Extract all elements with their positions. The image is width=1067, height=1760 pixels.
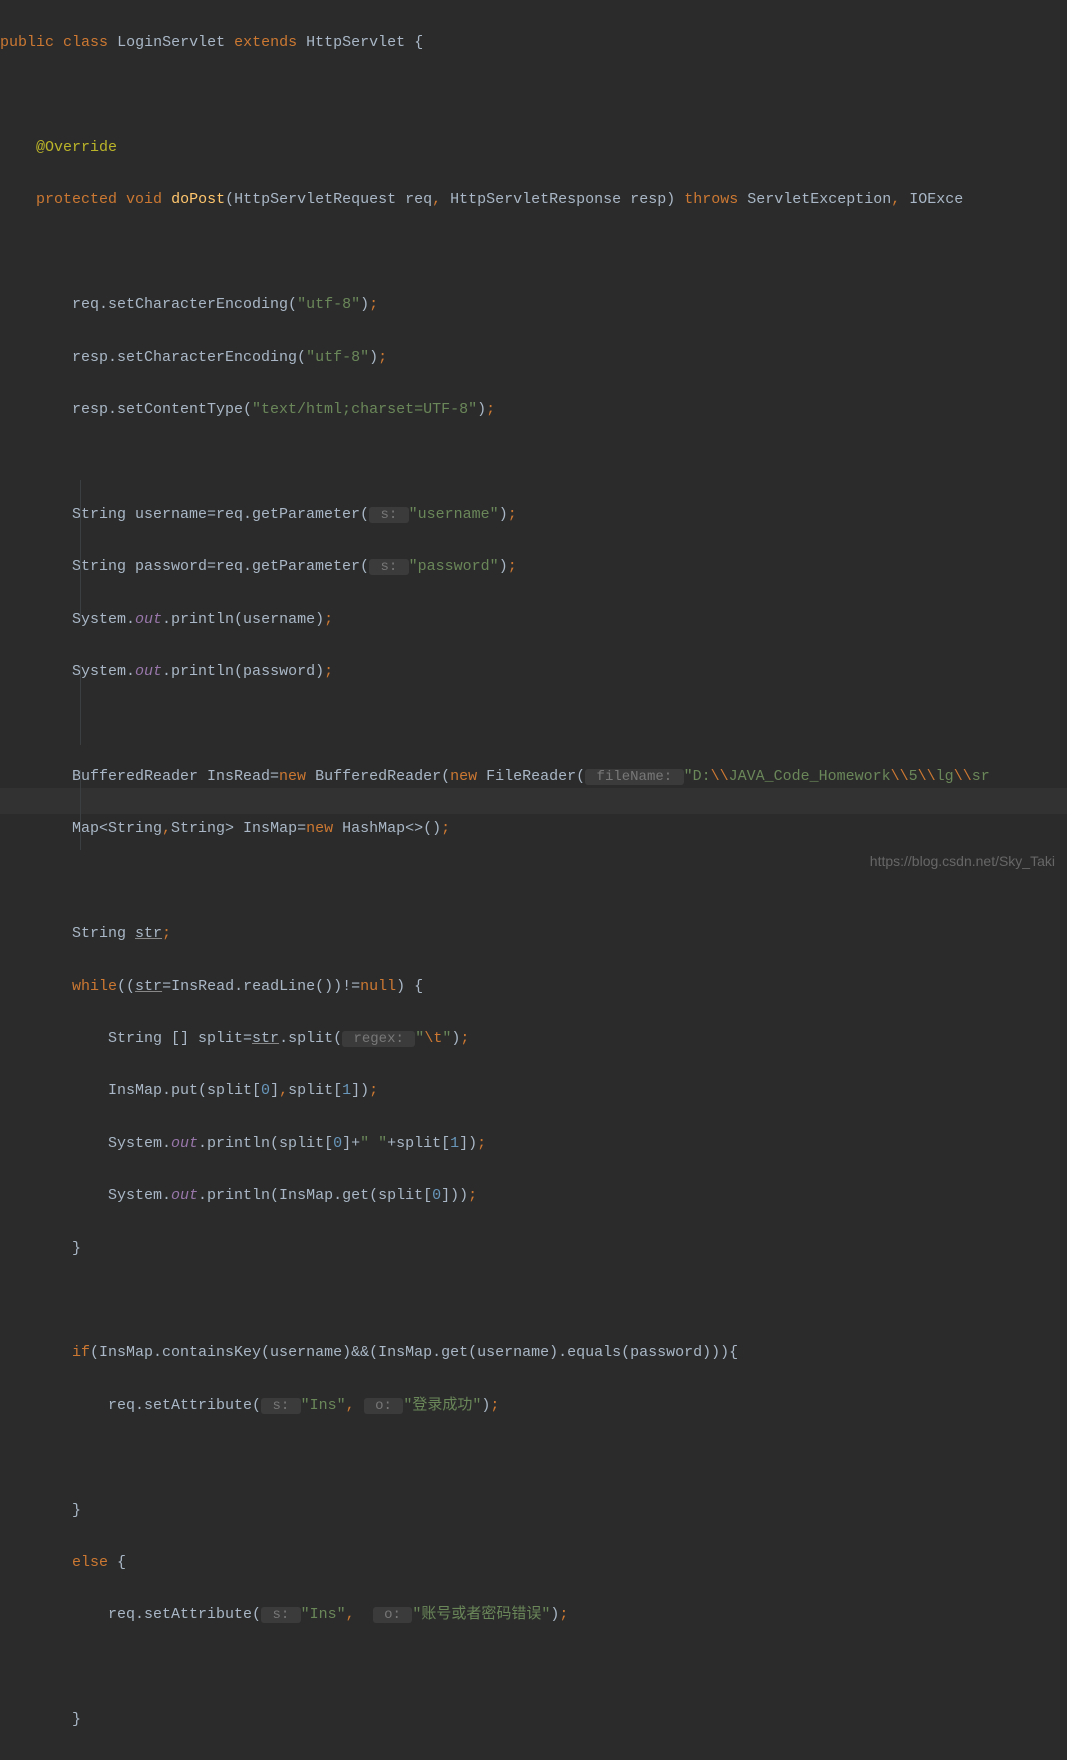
str-space: " "	[360, 1135, 387, 1152]
str-username: "username"	[409, 506, 499, 523]
watermark: https://blog.csdn.net/Sky_Taki	[870, 848, 1055, 874]
class-name: LoginServlet	[117, 34, 225, 51]
indent-guide	[80, 665, 81, 745]
kw-while: while	[72, 978, 117, 995]
escape-backslash: \\	[711, 768, 729, 785]
kw-void: void	[126, 191, 162, 208]
kw-new: new	[279, 768, 306, 785]
num-1: 1	[342, 1082, 351, 1099]
kw-protected: protected	[36, 191, 117, 208]
str-error: "账号或者密码错误"	[412, 1606, 550, 1623]
method-doPost: doPost	[171, 191, 225, 208]
kw-else: else	[72, 1554, 108, 1571]
var-str: str	[135, 925, 162, 942]
str-success: "登录成功"	[403, 1397, 481, 1414]
superclass: HttpServlet	[306, 34, 405, 51]
str-password: "password"	[409, 558, 499, 575]
code-editor[interactable]: public class LoginServlet extends HttpSe…	[0, 0, 1067, 1760]
num-0: 0	[261, 1082, 270, 1099]
indent-guide	[80, 480, 81, 620]
indent-guide	[80, 770, 81, 850]
kw-null: null	[360, 978, 396, 995]
kw-public: public	[0, 34, 54, 51]
param-hint-filename: fileName:	[585, 769, 683, 785]
param-hint-o: o:	[364, 1398, 404, 1414]
escape-tab: \t	[424, 1030, 442, 1047]
annotation-override: @Override	[36, 139, 117, 156]
kw-class: class	[63, 34, 108, 51]
str-ins: "Ins"	[301, 1397, 346, 1414]
kw-throws: throws	[684, 191, 738, 208]
str-contenttype: "text/html;charset=UTF-8"	[252, 401, 477, 418]
param-hint-s: s:	[369, 507, 409, 523]
kw-extends: extends	[234, 34, 297, 51]
param-hint-regex: regex:	[342, 1031, 415, 1047]
kw-if: if	[72, 1344, 90, 1361]
field-out: out	[135, 611, 162, 628]
str-utf8: "utf-8"	[297, 296, 360, 313]
